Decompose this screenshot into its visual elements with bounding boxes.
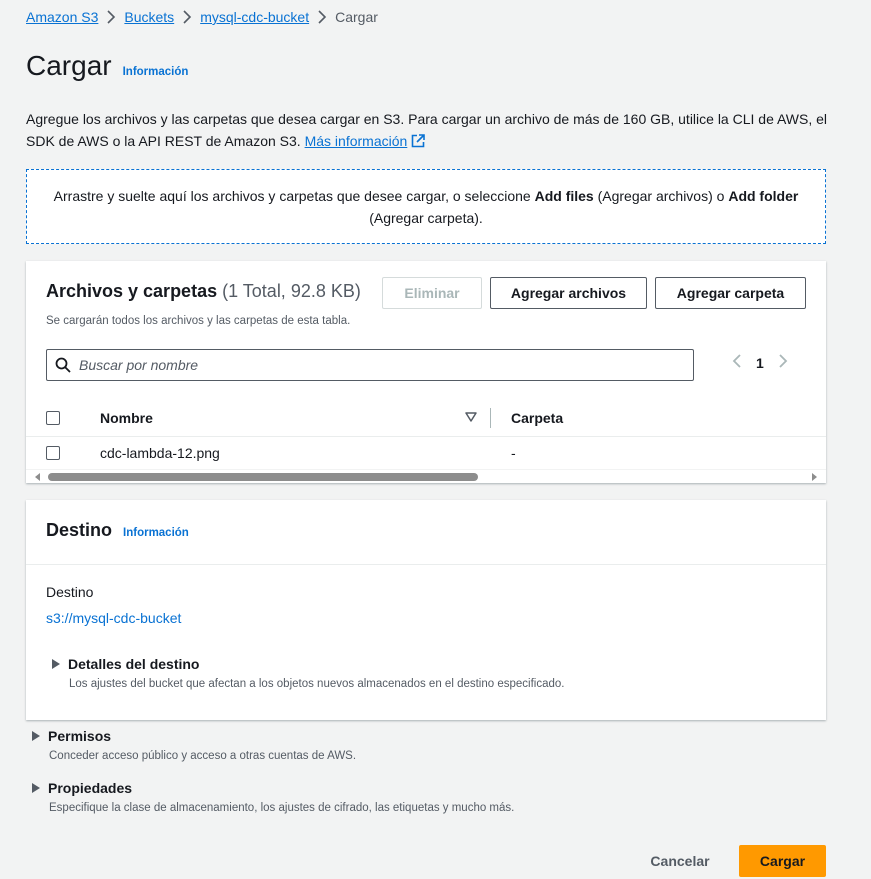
properties-toggle[interactable]: Propiedades [32, 780, 132, 796]
caret-right-icon [32, 783, 40, 793]
files-count: (1 Total, 92.8 KB) [222, 281, 361, 301]
file-dropzone[interactable]: Arrastre y suelte aquí los archivos y ca… [26, 169, 826, 244]
caret-right-icon [52, 659, 60, 669]
scroll-right-icon[interactable] [812, 473, 817, 481]
horizontal-scrollbar[interactable] [26, 469, 826, 483]
chevron-right-icon [309, 10, 335, 24]
search-input[interactable] [79, 357, 639, 373]
delete-button[interactable]: Eliminar [382, 277, 482, 309]
file-name-cell: cdc-lambda-12.png [100, 445, 220, 461]
caret-right-icon [32, 731, 40, 741]
properties-description: Especifique la clase de almacenamiento, … [49, 802, 515, 814]
breadcrumb: Amazon S3 Buckets mysql-cdc-bucket Carga… [26, 9, 378, 25]
table-row: cdc-lambda-12.png - [26, 437, 826, 469]
page-description: Agregue los archivos y las carpetas que … [26, 108, 836, 152]
permissions-title: Permisos [48, 728, 112, 744]
prev-page-icon[interactable] [732, 353, 742, 372]
destination-details-title: Detalles del destino [68, 656, 200, 672]
scroll-left-icon[interactable] [35, 473, 40, 481]
sort-down-icon[interactable] [465, 411, 477, 423]
breadcrumb-buckets[interactable]: Buckets [124, 9, 174, 25]
select-all-checkbox[interactable] [46, 411, 60, 425]
column-header-name[interactable]: Nombre [100, 410, 153, 426]
upload-button[interactable]: Cargar [739, 845, 826, 877]
files-panel-title: Archivos y carpetas (1 Total, 92.8 KB) [46, 281, 361, 301]
files-panel-subtitle: Se cargarán todos los archivos y las car… [46, 315, 351, 327]
add-folder-button[interactable]: Agregar carpeta [655, 277, 806, 309]
dropzone-text: Arrastre y suelte aquí los archivos y ca… [53, 187, 799, 226]
destination-info-link[interactable]: Información [123, 527, 189, 539]
breadcrumb-current: Cargar [335, 9, 378, 25]
info-link[interactable]: Información [123, 66, 189, 78]
description-text: Agregue los archivos y las carpetas que … [26, 111, 828, 149]
destination-label: Destino [46, 584, 94, 600]
chevron-right-icon [98, 10, 124, 24]
properties-title: Propiedades [48, 780, 133, 796]
column-resizer[interactable] [490, 408, 491, 428]
breadcrumb-bucket[interactable]: mysql-cdc-bucket [200, 9, 309, 25]
folder-cell: - [511, 445, 516, 461]
page-number[interactable]: 1 [756, 355, 764, 371]
search-icon [55, 357, 71, 373]
page-header: Cargar Información [26, 50, 188, 82]
cancel-button[interactable]: Cancelar [640, 845, 720, 877]
column-header-folder[interactable]: Carpeta [511, 410, 563, 426]
add-files-button[interactable]: Agregar archivos [490, 277, 647, 309]
external-link-icon[interactable] [411, 134, 426, 148]
destination-panel-title: Destino [46, 520, 113, 540]
destination-details-toggle[interactable]: Detalles del destino [52, 656, 199, 672]
chevron-right-icon [174, 10, 200, 24]
next-page-icon[interactable] [778, 353, 788, 372]
table-header: Nombre Carpeta [26, 399, 826, 437]
search-box [46, 349, 694, 381]
row-checkbox[interactable] [46, 446, 60, 460]
destination-details-description: Los ajustes del bucket que afectan a los… [69, 678, 565, 690]
destination-panel: Destino Información Destino s3://mysql-c… [26, 500, 826, 720]
files-folders-panel: Archivos y carpetas (1 Total, 92.8 KB) S… [26, 261, 826, 483]
destination-panel-header: Destino Información [46, 520, 189, 541]
scrollbar-thumb[interactable] [48, 473, 478, 481]
files-panel-header: Archivos y carpetas (1 Total, 92.8 KB) [46, 281, 361, 302]
page-title: Cargar [26, 50, 112, 81]
divider [26, 564, 826, 565]
permissions-toggle[interactable]: Permisos [32, 728, 111, 744]
permissions-description: Conceder acceso público y acceso a otras… [49, 750, 357, 762]
learn-more-link[interactable]: Más información [305, 133, 408, 149]
pagination: 1 [732, 353, 788, 372]
breadcrumb-amazon-s3[interactable]: Amazon S3 [26, 9, 98, 25]
destination-value-link[interactable]: s3://mysql-cdc-bucket [46, 610, 181, 626]
